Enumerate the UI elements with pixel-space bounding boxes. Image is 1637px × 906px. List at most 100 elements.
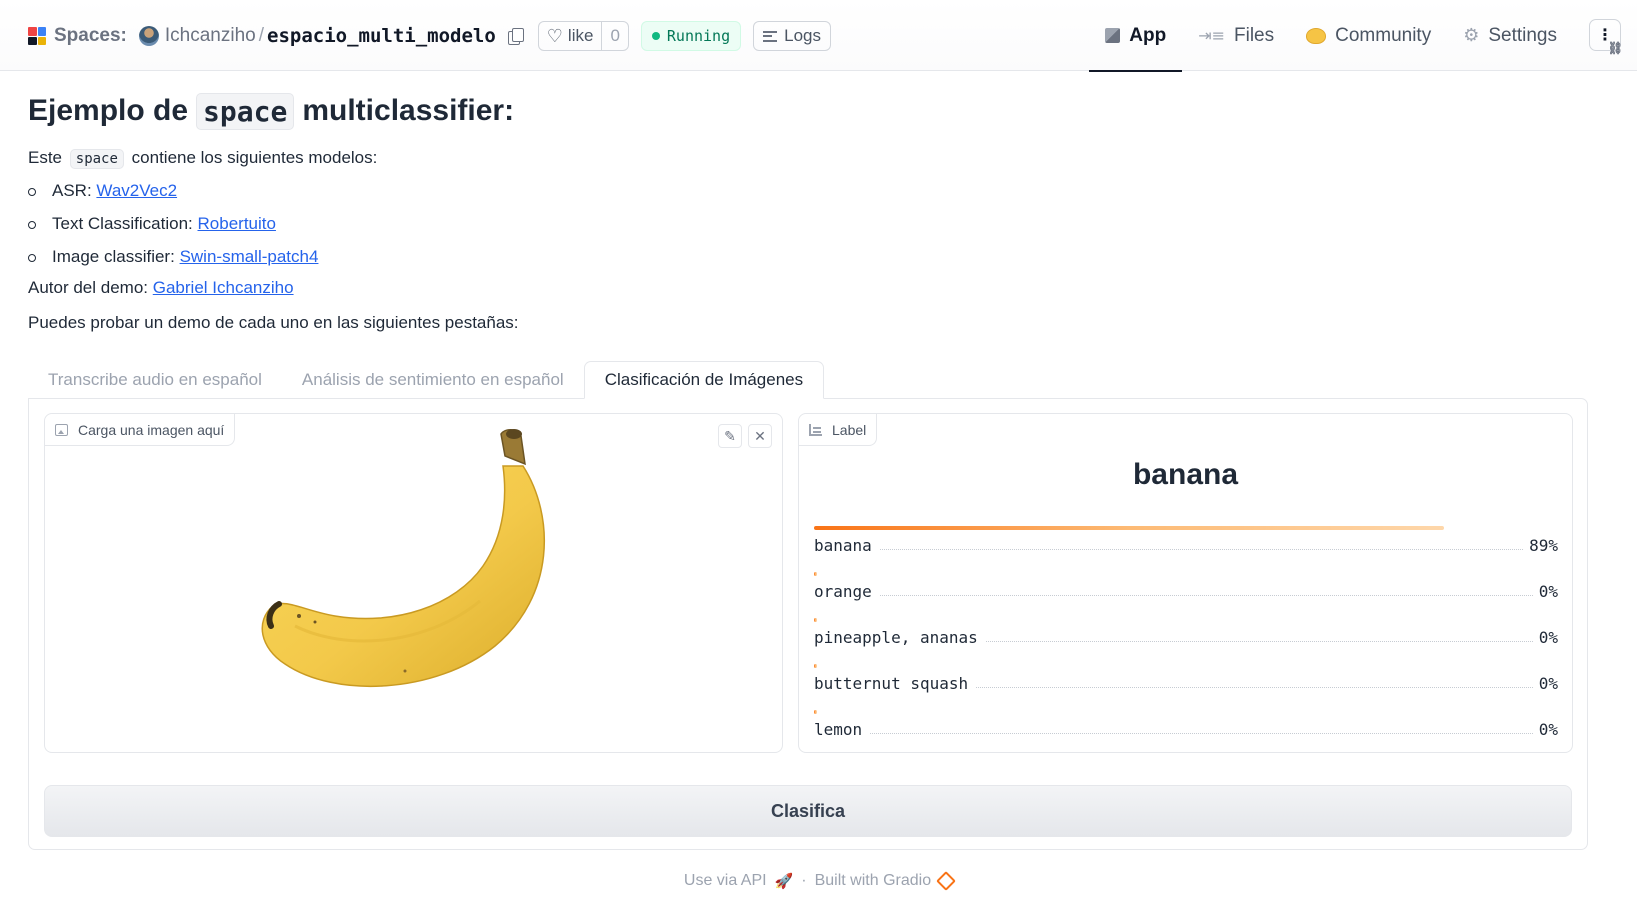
owner-avatar[interactable] bbox=[138, 26, 159, 46]
logs-button[interactable]: Logs bbox=[753, 21, 831, 51]
pencil-icon: ✎ bbox=[724, 427, 736, 444]
model-type: ASR: bbox=[52, 181, 92, 200]
confidence-value: 0% bbox=[1538, 628, 1558, 647]
nav-tab-settings[interactable]: ⚙ Settings bbox=[1447, 0, 1573, 71]
space-breadcrumb: Spaces: Ichcanziho / espacio_multi_model… bbox=[28, 20, 831, 52]
confidence-class-name: banana bbox=[814, 536, 872, 555]
heart-icon: ♡ bbox=[546, 25, 563, 46]
nav-tab-label: App bbox=[1129, 24, 1167, 46]
close-icon: ✕ bbox=[754, 427, 766, 444]
image-input-label: Carga una imagen aquí bbox=[45, 414, 236, 446]
predicted-label: banana bbox=[1132, 458, 1239, 491]
confidence-bar bbox=[814, 572, 817, 576]
tab-sentiment-analysis[interactable]: Análisis de sentimiento en español bbox=[282, 361, 584, 399]
description-suffix: contiene los siguientes modelos: bbox=[131, 148, 378, 167]
footer: Use via API 🚀 · Built with Gradio bbox=[0, 871, 1637, 891]
confidence-class-name: pineapple, ananas bbox=[814, 628, 978, 647]
footer-separator: · bbox=[801, 872, 807, 889]
tab-transcribe-audio[interactable]: Transcribe audio en español bbox=[28, 361, 282, 399]
confidence-row: pineapple, ananas 0% bbox=[814, 618, 1558, 664]
files-icon: ⇥≡ bbox=[1198, 26, 1225, 45]
logs-icon bbox=[763, 30, 778, 42]
confidence-value: 0% bbox=[1538, 674, 1558, 693]
gradio-logo-icon bbox=[936, 871, 957, 891]
confidence-class-name: orange bbox=[814, 582, 872, 601]
confidence-text: lemon 0% bbox=[814, 720, 1558, 739]
confidence-bar bbox=[814, 710, 817, 714]
logs-label: Logs bbox=[784, 26, 821, 45]
image-actions: ✎ ✕ bbox=[718, 424, 772, 448]
spaces-label[interactable]: Spaces: bbox=[54, 25, 127, 47]
spaces-logo-icon bbox=[28, 27, 46, 45]
model-type: Image classifier: bbox=[52, 247, 175, 266]
cube-icon bbox=[1105, 28, 1121, 43]
uploaded-banana-image bbox=[261, 429, 545, 688]
model-link[interactable]: Swin-small-patch4 bbox=[180, 247, 319, 266]
title-suffix: multiclassifier: bbox=[302, 94, 515, 127]
nav-tab-label: Community bbox=[1335, 24, 1432, 46]
like-label: like bbox=[567, 26, 594, 45]
classify-button[interactable]: Clasifica bbox=[44, 785, 1572, 837]
label-output-label: Label bbox=[799, 414, 878, 446]
description-code: space bbox=[69, 149, 124, 169]
confidence-dots bbox=[879, 595, 1533, 596]
nav-tab-files[interactable]: ⇥≡ Files bbox=[1182, 0, 1290, 71]
like-left[interactable]: ♡ like bbox=[539, 22, 602, 50]
image-input-label-text: Carga una imagen aquí bbox=[78, 421, 225, 438]
community-icon bbox=[1306, 27, 1327, 44]
like-count[interactable]: 0 bbox=[601, 22, 627, 50]
confidence-class-name: lemon bbox=[814, 720, 863, 739]
tab-image-classification[interactable]: Clasificación de Imágenes bbox=[583, 361, 825, 399]
description-prefix: Este bbox=[28, 148, 63, 167]
list-item: Image classifier: Swin-small-patch4 bbox=[28, 245, 318, 278]
confidence-text: pineapple, ananas 0% bbox=[814, 628, 1558, 647]
nav-tab-app[interactable]: App bbox=[1089, 0, 1183, 72]
author-link[interactable]: Gabriel Ichcanziho bbox=[153, 278, 294, 297]
author-prefix: Autor del demo: bbox=[28, 278, 149, 297]
confidence-row: butternut squash 0% bbox=[814, 664, 1558, 710]
page-title: Ejemplo de space multiclassifier: bbox=[28, 90, 1588, 132]
nav-tab-community[interactable]: Community bbox=[1290, 0, 1447, 71]
model-link[interactable]: Robertuito bbox=[198, 214, 276, 233]
gear-icon: ⚙ bbox=[1463, 25, 1480, 45]
status-dot-icon bbox=[651, 32, 660, 40]
confidence-dots bbox=[976, 687, 1533, 688]
edit-button[interactable]: ✎ bbox=[718, 424, 742, 448]
space-nav-tabs: App ⇥≡ Files Community ⚙ Settings ⋮ ⛓ bbox=[1089, 0, 1637, 72]
label-output-label-text: Label bbox=[832, 421, 867, 438]
image-input-block[interactable]: Carga una imagen aquí ✎ ✕ bbox=[44, 413, 783, 753]
nav-tab-label: Settings bbox=[1488, 24, 1557, 46]
confidence-text: orange 0% bbox=[814, 582, 1558, 601]
link-icon: ⛓ bbox=[1607, 41, 1623, 55]
more-options-button[interactable]: ⋮ ⛓ bbox=[1589, 19, 1623, 55]
confidence-value: 89% bbox=[1529, 536, 1558, 555]
confidence-row: lemon 0% bbox=[814, 710, 1558, 756]
demo-tabs: Transcribe audio en español Análisis de … bbox=[28, 361, 825, 399]
status-badge[interactable]: Running bbox=[640, 21, 742, 51]
use-via-api-link[interactable]: Use via API bbox=[684, 872, 767, 890]
label-output-block: Label banana banana 89% orange 0% pineap… bbox=[798, 413, 1573, 753]
model-link[interactable]: Wav2Vec2 bbox=[96, 181, 177, 200]
label-icon bbox=[809, 423, 822, 436]
copy-icon[interactable] bbox=[506, 27, 524, 45]
confidence-class-name: butternut squash bbox=[814, 674, 969, 693]
owner-link[interactable]: Ichcanziho bbox=[165, 25, 256, 47]
author-line: Autor del demo: Gabriel Ichcanziho bbox=[28, 276, 294, 300]
confidence-list: banana 89% orange 0% pineapple, ananas 0… bbox=[814, 526, 1558, 756]
status-text: Running bbox=[666, 27, 731, 45]
confidence-dots bbox=[870, 733, 1533, 734]
confidence-bar bbox=[814, 526, 1444, 530]
confidence-value: 0% bbox=[1538, 582, 1558, 601]
rocket-icon: 🚀 bbox=[774, 873, 794, 890]
nav-tab-label: Files bbox=[1234, 24, 1275, 46]
like-button[interactable]: ♡ like 0 bbox=[537, 21, 629, 51]
models-list: ASR: Wav2Vec2 Text Classification: Rober… bbox=[28, 179, 318, 278]
confidence-dots bbox=[879, 549, 1524, 550]
title-prefix: Ejemplo de bbox=[28, 94, 189, 127]
built-with-gradio-link[interactable]: Built with Gradio bbox=[815, 872, 932, 890]
repo-name-link[interactable]: espacio_multi_modelo bbox=[267, 25, 496, 47]
confidence-text: banana 89% bbox=[814, 536, 1558, 555]
confidence-value: 0% bbox=[1538, 720, 1558, 739]
title-code: space bbox=[196, 92, 295, 130]
clear-button[interactable]: ✕ bbox=[748, 424, 772, 448]
